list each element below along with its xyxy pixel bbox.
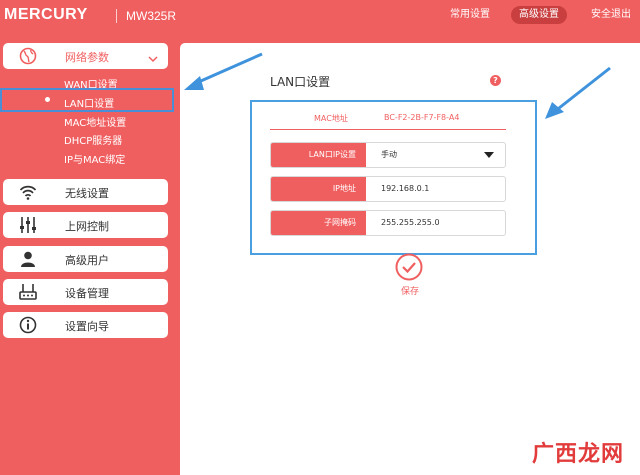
watermark-logo: 广西龙网 [532,442,625,467]
field-label: LAN口IP设置 [271,143,366,167]
brand-divider [116,9,117,23]
user-icon [19,250,37,272]
lan-settings-form: MAC地址 BC-F2-2B-F7-F8-A4 LAN口IP设置 手动 IP地址… [250,100,537,255]
mac-address-label: MAC地址 [314,114,348,123]
chevron-down-icon [148,49,158,68]
sidebar-item-label: 高级用户 [65,254,109,267]
field-value: 192.168.0.1 [381,184,430,193]
top-header: MERCURY MW325R 常用设置 高级设置 安全退出 [0,0,640,32]
lan-ip-mode-select[interactable]: LAN口IP设置 手动 [270,142,506,168]
sidebar-item-advanced-user[interactable]: 高级用户 [3,246,168,272]
help-icon[interactable]: ? [490,75,501,86]
save-check-icon[interactable] [395,253,423,285]
annotation-arrow-left [184,52,263,90]
save-button[interactable]: 保存 [401,284,419,297]
sidebar-item-setup-wizard[interactable]: 设置向导 [3,312,168,338]
nav-logout[interactable]: 安全退出 [586,6,636,24]
brand-logo: MERCURY [4,6,88,23]
field-value: 手动 [381,150,397,159]
active-dot-icon [45,97,50,102]
sidebar-item-access-control[interactable]: 上网控制 [3,212,168,238]
nav-common-settings[interactable]: 常用设置 [444,6,496,24]
sidebar-group-label: 网络参数 [65,51,109,64]
page-title: LAN口设置 [270,75,331,89]
sidebar-group-network[interactable]: 网络参数 [3,43,168,69]
annotation-arrow-right [545,66,611,119]
sidebar-sub-lan[interactable]: LAN口设置 [64,95,114,110]
router-icon [19,283,37,305]
sidebar-item-label: 无线设置 [65,187,109,200]
field-label: IP地址 [271,177,366,201]
sidebar-item-label: 设备管理 [65,287,109,300]
caret-down-icon [484,152,494,158]
sidebar-sub-mac[interactable]: MAC地址设置 [64,114,126,129]
sliders-icon [19,216,37,238]
field-value: 255.255.255.0 [381,218,440,227]
nav-advanced-settings[interactable]: 高级设置 [511,6,567,24]
sidebar-item-wireless[interactable]: 无线设置 [3,179,168,205]
info-icon [19,316,37,338]
mac-address-value: BC-F2-2B-F7-F8-A4 [384,113,460,122]
wifi-icon [19,183,37,205]
ip-address-field[interactable]: IP地址 192.168.0.1 [270,176,506,202]
mac-address-row: MAC地址 BC-F2-2B-F7-F8-A4 [270,112,506,130]
globe-icon [19,47,37,69]
sidebar-sub-ipmac[interactable]: IP与MAC绑定 [64,151,125,166]
field-label: 子网掩码 [271,211,366,235]
sidebar-sub-dhcp[interactable]: DHCP服务器 [64,132,122,147]
sidebar-item-label: 上网控制 [65,220,109,233]
sidebar-item-device-management[interactable]: 设备管理 [3,279,168,305]
sidebar-item-label: 设置向导 [65,320,109,333]
model-name: MW325R [126,9,177,23]
subnet-mask-field[interactable]: 子网掩码 255.255.255.0 [270,210,506,236]
